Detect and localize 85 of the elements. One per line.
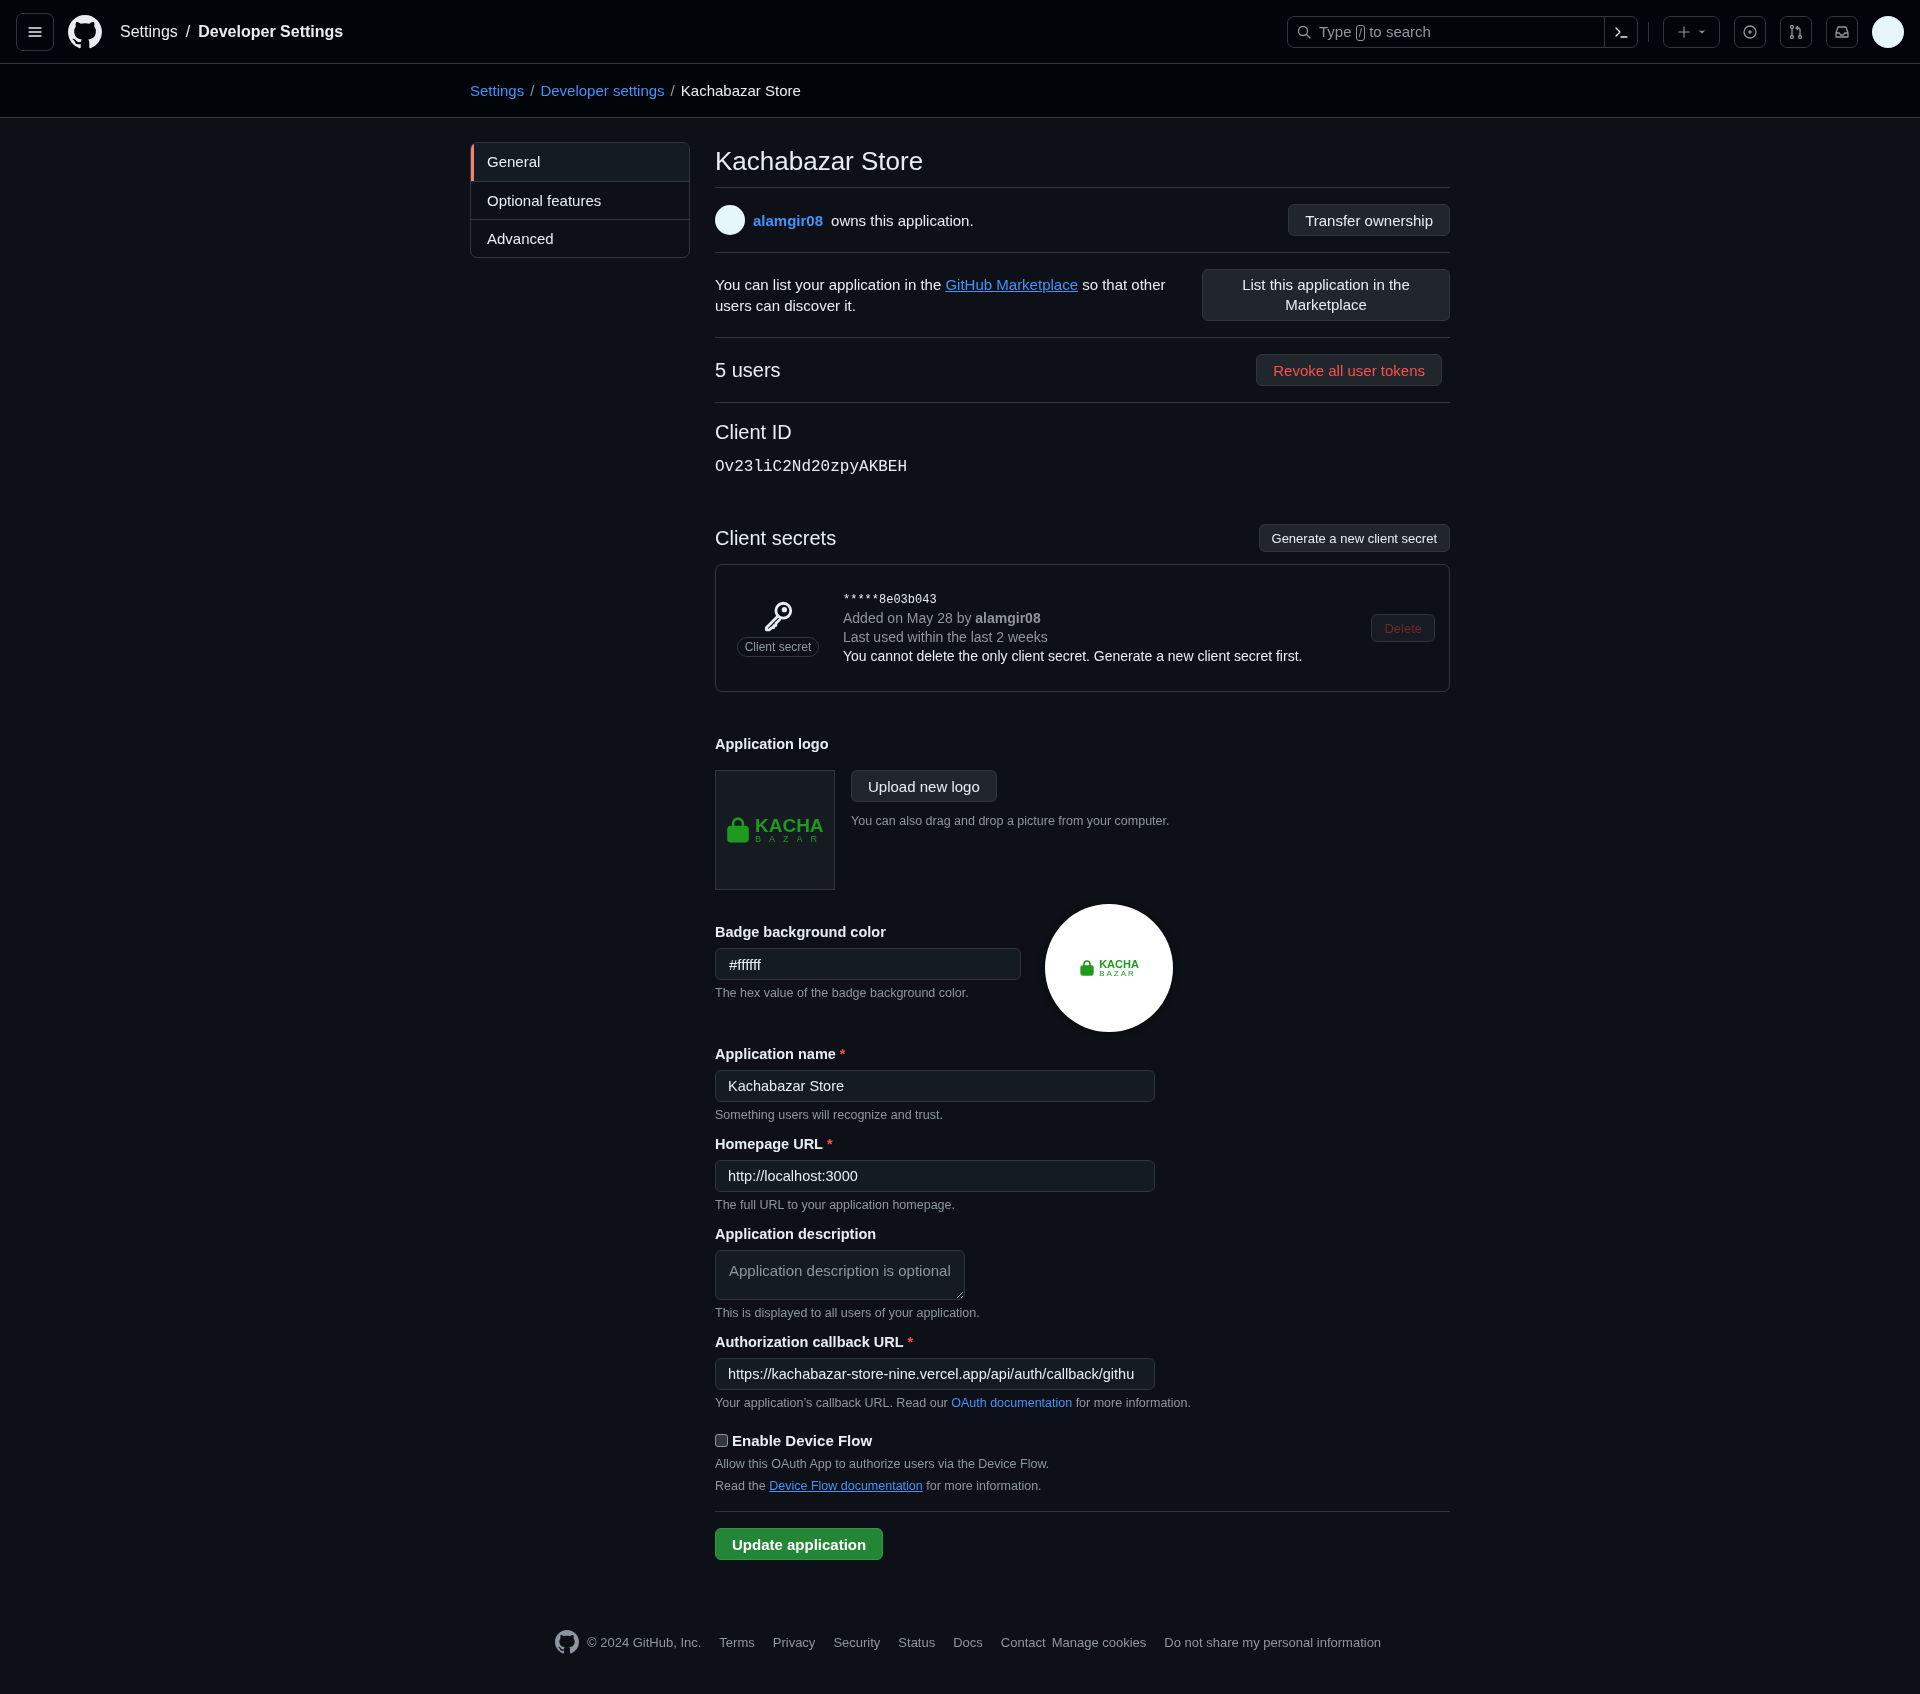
required-mark: * — [826, 1136, 833, 1152]
breadcrumb-separator: / — [530, 82, 535, 99]
pull-requests-button[interactable] — [1780, 15, 1812, 48]
owner-avatar — [715, 205, 745, 235]
footer-link[interactable]: Contact — [1000, 1634, 1046, 1650]
issue-icon — [1742, 23, 1758, 40]
revoke-tokens-button[interactable]: Revoke all user tokens — [1256, 354, 1442, 386]
text-input[interactable]: Kachabazar Store — [715, 1070, 1155, 1102]
user-link[interactable]: alamgir08 — [753, 211, 824, 229]
field-label: Application description — [715, 1226, 878, 1242]
required-mark: * — [839, 1046, 846, 1062]
checkbox[interactable] — [715, 1434, 728, 1447]
client-id-value: Ov23liC2Nd20zpyAKBEH — [715, 458, 909, 476]
logo-subline: BAZAR — [1099, 969, 1137, 978]
header-link[interactable]: Settings — [120, 22, 178, 41]
pull-request-icon — [1788, 23, 1804, 40]
secret-warning: You cannot delete the only client secret. Generate a new client secret first. — [843, 647, 1304, 664]
github-logo-icon[interactable] — [555, 1630, 579, 1654]
secret-value: *****8e03b043 — [843, 592, 938, 607]
help-text: Allow this OAuth App to authorize users via the Device Flow. — [715, 1457, 1051, 1471]
required-mark: * — [907, 1334, 914, 1350]
owner-text: alamgir08 owns this application. — [715, 205, 974, 235]
footer-link[interactable]: Privacy — [772, 1634, 816, 1650]
marketplace-link[interactable]: GitHub Marketplace — [945, 276, 1078, 293]
breadcrumb-link[interactable]: Settings — [470, 82, 525, 99]
plus-icon — [1676, 24, 1691, 39]
users-count: 5 users — [715, 358, 781, 382]
issues-button[interactable] — [1734, 15, 1766, 48]
color-input[interactable]: #ffffff — [715, 948, 1021, 980]
upload-logo-button[interactable]: Upload new logo — [851, 770, 997, 802]
help-text: Your application’s callback URL. Read our OAuth documentation for more information. — [715, 1396, 1192, 1410]
field-label: Homepage URL * — [715, 1136, 834, 1152]
footer-link[interactable]: Docs — [953, 1634, 983, 1650]
breadcrumb-current: Kachabazar Store — [680, 82, 801, 99]
footer-link[interactable]: Do not share my personal information — [1164, 1634, 1382, 1650]
header-link[interactable]: Developer Settings — [198, 22, 344, 41]
transfer-ownership-button[interactable]: Transfer ownership — [1288, 204, 1450, 236]
shopping-bag-icon — [1079, 960, 1096, 976]
help-text: Something users will recognize and trust. — [715, 1108, 944, 1122]
search-icon — [1296, 23, 1312, 40]
section-heading: Client secrets — [715, 526, 837, 550]
inbox-button[interactable] — [1826, 15, 1858, 48]
logo-wordmark: KACHA — [755, 816, 825, 835]
search-field[interactable]: Type / to search — [1287, 15, 1638, 48]
inbox-icon — [1834, 23, 1850, 40]
sidebar-item[interactable]: Advanced — [471, 219, 689, 257]
checkbox-label: Enable Device Flow — [732, 1432, 873, 1449]
shopping-bag-icon — [725, 817, 751, 843]
menu-button[interactable] — [16, 12, 54, 51]
github-logo-icon[interactable] — [68, 14, 102, 49]
help-text: The hex value of the badge background color. — [715, 986, 970, 1000]
breadcrumb-separator: / — [185, 22, 191, 41]
breadcrumb-separator: / — [670, 82, 675, 99]
secret-last-used: Last used within the last 2 weeks — [843, 628, 1049, 645]
sidebar-item[interactable]: Optional features — [471, 181, 689, 219]
footer-link[interactable]: Status — [898, 1634, 936, 1650]
marketplace-text: You can list your application in the GitHub Marketplace so that other users can discover it. — [715, 275, 1167, 316]
device-flow-documentation-link[interactable]: Device Flow documentation — [769, 1479, 923, 1493]
text-input[interactable]: http://localhost:3000 — [715, 1160, 1155, 1192]
help-text: Read the Device Flow documentation for more information. — [715, 1479, 1043, 1493]
logo-subline: BAZAR — [755, 835, 825, 844]
copyright-text: © 2024 GitHub, Inc. — [587, 1634, 702, 1650]
field-label: Authorization callback URL * — [715, 1334, 915, 1350]
text-input[interactable]: https://kachabazar-store-nine.vercel.app/api/auth/callback/githu — [715, 1358, 1155, 1390]
field-label: Application logo — [715, 736, 830, 752]
generate-secret-button[interactable]: Generate a new client secret — [1258, 524, 1450, 552]
update-application-button[interactable]: Update application — [715, 1528, 884, 1560]
field-label: Application name * — [715, 1046, 847, 1062]
breadcrumb-link[interactable]: Developer settings — [540, 82, 665, 99]
help-text: This is displayed to all users of your application. — [715, 1306, 981, 1320]
footer-link[interactable]: Terms — [719, 1634, 755, 1650]
logo-wordmark: KACHA — [1099, 958, 1139, 970]
secret-added-text: Added on May 28 by alamgir08 — [843, 609, 1042, 626]
sidebar-item[interactable]: General — [471, 143, 689, 181]
section-heading: Client ID — [715, 421, 793, 444]
footer-link[interactable]: Security — [833, 1634, 881, 1650]
help-text: You can also drag and drop a picture from your computer. — [851, 814, 1170, 828]
field-label: Badge background color — [715, 924, 887, 940]
oauth-documentation-link[interactable]: OAuth documentation — [951, 1396, 1073, 1410]
help-text: The full URL to your application homepage. — [715, 1198, 956, 1212]
footer-link[interactable]: Manage cookies — [1051, 1634, 1147, 1650]
list-in-marketplace-button[interactable]: List this application in the Marketplace — [1202, 269, 1450, 321]
text-area[interactable]: Application description is optional — [715, 1250, 965, 1300]
page-title: Kachabazar Store — [715, 142, 1450, 188]
user-avatar[interactable] — [1872, 15, 1904, 48]
